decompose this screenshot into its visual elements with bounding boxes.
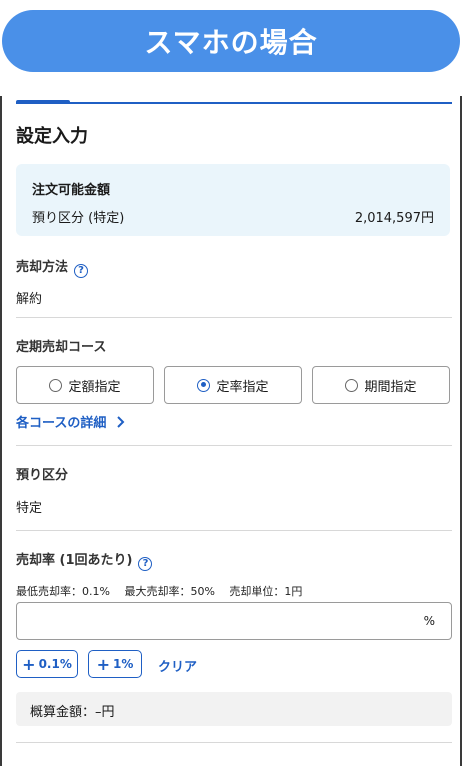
course-option-label: 期間指定	[364, 379, 417, 395]
settings-panel: 設定入力 注文可能金額 預り区分 (特定) 2,014,597円 売却方法? 解…	[0, 96, 462, 766]
divider	[16, 317, 452, 318]
step-label: 0.1%	[38, 657, 72, 671]
rate-constraints: 最低売却率：0.1% 最大売却率：50% 売却単位：1円	[16, 585, 303, 598]
course-option-fixed-amount[interactable]: 定額指定	[16, 366, 154, 404]
custody-label: 預り区分	[16, 468, 69, 483]
rate-unit: %	[423, 614, 435, 628]
radio-unchecked-icon	[345, 378, 359, 392]
banner: スマホの場合	[2, 10, 460, 72]
clear-button[interactable]: クリア	[158, 656, 197, 675]
custody-value: 特定	[16, 501, 43, 516]
estimate-box: 概算金額：–円	[16, 692, 452, 726]
divider	[16, 530, 452, 531]
order-amount-label: 預り区分 (特定)	[32, 211, 125, 226]
course-details-link[interactable]: 各コースの詳細	[16, 412, 125, 431]
chevron-right-icon	[117, 416, 125, 428]
add-1-percent-button[interactable]: + 1%	[88, 650, 142, 678]
sell-method-label-row: 売却方法?	[16, 256, 89, 278]
help-icon[interactable]: ?	[138, 556, 153, 571]
sell-method-value: 解約	[16, 292, 43, 307]
course-option-label: 定額指定	[68, 379, 121, 395]
rate-input[interactable]: %	[16, 602, 452, 640]
progress-track	[16, 102, 452, 104]
divider	[16, 742, 452, 743]
plus-icon: +	[96, 654, 111, 674]
progress-indicator	[16, 100, 70, 104]
rate-label: 売却率 (1回あたり)	[16, 553, 133, 568]
course-option-fixed-rate[interactable]: 定率指定	[164, 366, 302, 404]
sell-method-label: 売却方法	[16, 260, 69, 275]
order-amount-title: 注文可能金額	[32, 183, 111, 198]
rate-label-row: 売却率 (1回あたり)?	[16, 549, 153, 571]
plus-icon: +	[22, 654, 36, 674]
course-label: 定期売却コース	[16, 340, 107, 355]
add-0-1-percent-button[interactable]: + 0.1%	[16, 650, 78, 678]
estimate-text: 概算金額：–円	[30, 705, 115, 720]
course-option-label: 定率指定	[216, 379, 269, 395]
course-option-period[interactable]: 期間指定	[312, 366, 450, 404]
help-icon[interactable]: ?	[74, 263, 89, 278]
divider	[16, 445, 452, 446]
step-label: 1%	[113, 657, 134, 671]
radio-unchecked-icon	[49, 378, 63, 392]
order-amount-value: 2,014,597円	[354, 211, 434, 226]
order-amount-box: 注文可能金額 預り区分 (特定) 2,014,597円	[16, 164, 450, 236]
course-details-label: 各コースの詳細	[16, 416, 107, 431]
section-title: 設定入力	[16, 126, 88, 147]
radio-checked-icon	[197, 378, 211, 392]
